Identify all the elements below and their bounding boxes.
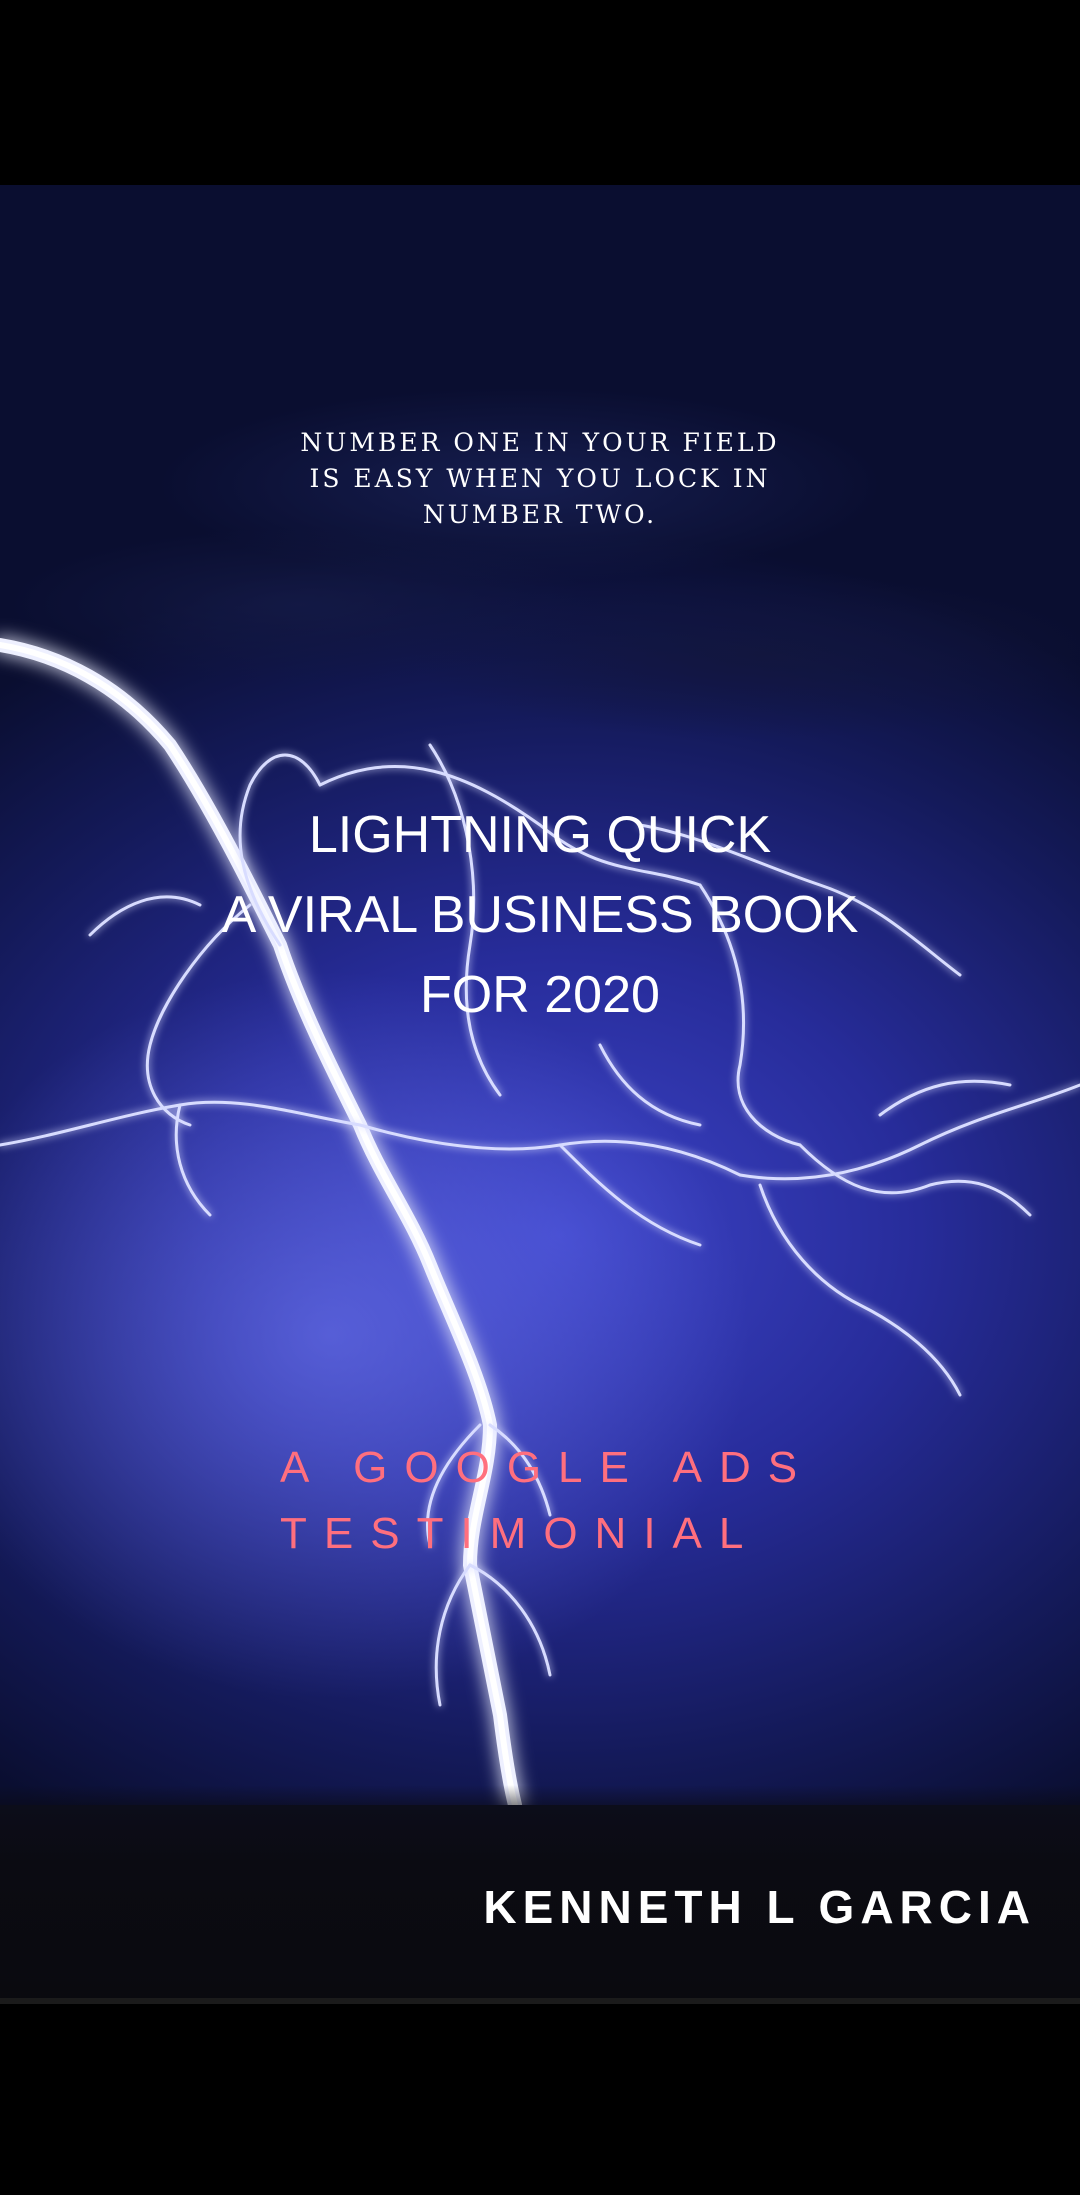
author-name: KENNETH L GARCIA <box>483 1881 1036 1933</box>
book-subtitle: A GOOGLE ADS TESTIMONIAL <box>280 1435 980 1567</box>
tagline-line: NUMBER ONE IN YOUR FIELD <box>300 428 780 457</box>
cover-tagline: NUMBER ONE IN YOUR FIELD IS EASY WHEN YO… <box>0 425 1080 533</box>
tagline-line: IS EASY WHEN YOU LOCK IN <box>309 464 771 493</box>
book-cover-image: NUMBER ONE IN YOUR FIELD IS EASY WHEN YO… <box>0 185 1080 2000</box>
book-title: LIGHTNING QUICK A VIRAL BUSINESS BOOK FO… <box>0 795 1080 1035</box>
subtitle-line: A GOOGLE ADS <box>280 1443 815 1492</box>
screen: NUMBER ONE IN YOUR FIELD IS EASY WHEN YO… <box>0 0 1080 2195</box>
title-line: A VIRAL BUSINESS BOOK <box>221 886 859 944</box>
tagline-line: NUMBER TWO. <box>422 500 658 529</box>
subtitle-line: TESTIMONIAL <box>280 1509 761 1558</box>
bottom-divider <box>0 1998 1080 2004</box>
title-line: FOR 2020 <box>420 966 660 1024</box>
title-line: LIGHTNING QUICK <box>308 806 772 864</box>
